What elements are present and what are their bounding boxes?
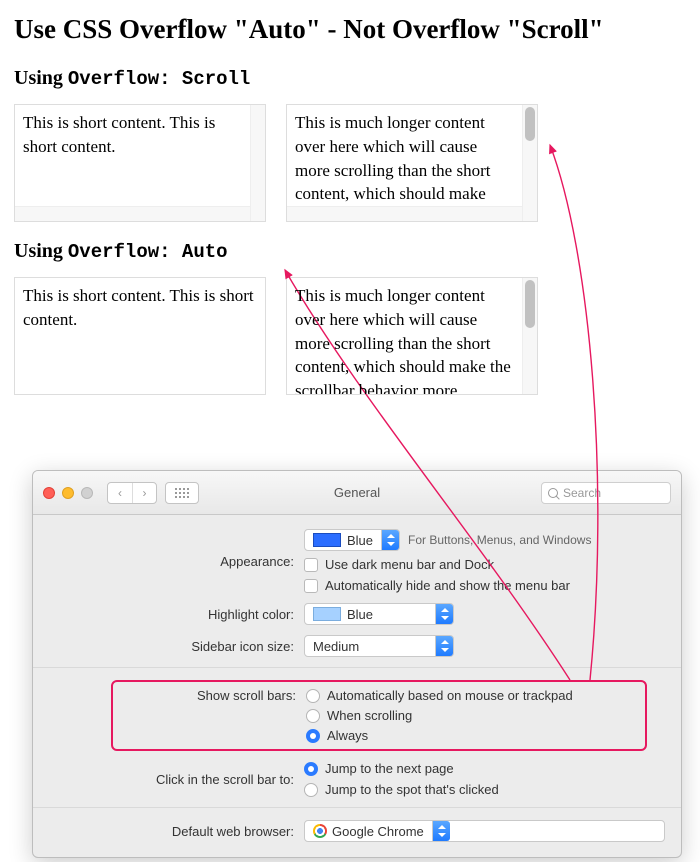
popup-arrow-icon bbox=[435, 636, 453, 656]
radio-icon[interactable] bbox=[304, 783, 318, 797]
search-placeholder: Search bbox=[563, 486, 601, 500]
radio-label: When scrolling bbox=[327, 708, 412, 723]
scrollbar-track-horizontal[interactable] bbox=[15, 206, 250, 221]
grid-icon bbox=[175, 488, 189, 498]
search-input[interactable]: Search bbox=[541, 482, 671, 504]
demo-content: This is short content. This is short con… bbox=[23, 111, 257, 173]
radio-label: Jump to the next page bbox=[325, 761, 454, 776]
row-click-scroll: Click in the scroll bar to: Jump to the … bbox=[49, 761, 665, 797]
demo-box-auto-left: This is short content. This is short con… bbox=[14, 277, 266, 395]
popup-arrow-icon bbox=[435, 604, 453, 624]
radio-icon[interactable] bbox=[304, 762, 318, 776]
prefs-body: Appearance: Blue For Buttons, Menus, and… bbox=[33, 515, 681, 842]
sidebar-size-popup[interactable]: Medium bbox=[304, 635, 454, 657]
appearance-popup[interactable]: Blue bbox=[304, 529, 400, 551]
radio-icon[interactable] bbox=[306, 709, 320, 723]
demo-box-auto-right: This is much longer content over here wh… bbox=[286, 277, 538, 395]
default-browser-value: Google Chrome bbox=[332, 824, 424, 839]
radio-scrollbars-always[interactable]: Always bbox=[306, 728, 573, 743]
search-icon bbox=[548, 488, 558, 498]
label-scrollbars: Show scroll bars: bbox=[121, 688, 296, 743]
highlight-value: Blue bbox=[347, 607, 373, 622]
radio-icon[interactable] bbox=[306, 729, 320, 743]
demo-content: This is much longer content over here wh… bbox=[295, 111, 529, 220]
close-icon[interactable] bbox=[43, 487, 55, 499]
color-swatch-blue-icon bbox=[313, 533, 341, 547]
radio-label: Automatically based on mouse or trackpad bbox=[327, 688, 573, 703]
popup-arrow-icon bbox=[381, 530, 399, 550]
back-icon[interactable]: ‹ bbox=[108, 483, 132, 503]
label-appearance: Appearance: bbox=[49, 554, 294, 569]
radio-click-next-page[interactable]: Jump to the next page bbox=[304, 761, 665, 776]
divider bbox=[33, 667, 681, 668]
demo-content: This is much longer content over here wh… bbox=[295, 284, 529, 395]
demo-row-auto: This is short content. This is short con… bbox=[14, 277, 686, 395]
checkbox-label: Use dark menu bar and Dock bbox=[325, 557, 494, 572]
appearance-hint: For Buttons, Menus, and Windows bbox=[408, 533, 591, 547]
back-forward-buttons[interactable]: ‹ › bbox=[107, 482, 157, 504]
heading-code: Overflow: Scroll bbox=[68, 68, 250, 90]
forward-icon[interactable]: › bbox=[132, 483, 156, 503]
checkbox-icon[interactable] bbox=[304, 579, 318, 593]
window-traffic-lights bbox=[43, 487, 93, 499]
chrome-icon bbox=[313, 824, 327, 838]
prefs-toolbar: ‹ › General Search bbox=[33, 471, 681, 515]
heading-code: Overflow: Auto bbox=[68, 241, 228, 263]
label-sidebar-size: Sidebar icon size: bbox=[49, 639, 294, 654]
demo-box-scroll-left: This is short content. This is short con… bbox=[14, 104, 266, 222]
label-click-scroll: Click in the scroll bar to: bbox=[49, 772, 294, 787]
show-all-button[interactable] bbox=[165, 482, 199, 504]
row-appearance: Appearance: Blue For Buttons, Menus, and… bbox=[49, 529, 665, 593]
default-browser-popup[interactable]: Google Chrome bbox=[304, 820, 665, 842]
section-heading-auto: Using Overflow: Auto bbox=[14, 240, 686, 263]
radio-click-spot[interactable]: Jump to the spot that's clicked bbox=[304, 782, 665, 797]
highlight-popup[interactable]: Blue bbox=[304, 603, 454, 625]
highlight-annotation-box: Show scroll bars: Automatically based on… bbox=[111, 680, 647, 751]
radio-icon[interactable] bbox=[306, 689, 320, 703]
divider bbox=[33, 807, 681, 808]
macos-general-prefs-window: ‹ › General Search Appearance: Blue For bbox=[32, 470, 682, 858]
minimize-icon[interactable] bbox=[62, 487, 74, 499]
demo-content: This is short content. This is short con… bbox=[23, 284, 257, 332]
section-heading-scroll: Using Overflow: Scroll bbox=[14, 67, 686, 90]
appearance-value: Blue bbox=[347, 533, 373, 548]
checkbox-label: Automatically hide and show the menu bar bbox=[325, 578, 570, 593]
row-sidebar-size: Sidebar icon size: Medium bbox=[49, 635, 665, 657]
label-highlight: Highlight color: bbox=[49, 607, 294, 622]
color-swatch-lightblue-icon bbox=[313, 607, 341, 621]
row-default-browser: Default web browser: Google Chrome bbox=[49, 820, 665, 842]
radio-scrollbars-automatic[interactable]: Automatically based on mouse or trackpad bbox=[306, 688, 573, 703]
checkbox-dark-menu[interactable]: Use dark menu bar and Dock bbox=[304, 557, 665, 572]
checkbox-autohide-menu[interactable]: Automatically hide and show the menu bar bbox=[304, 578, 665, 593]
demo-row-scroll: This is short content. This is short con… bbox=[14, 104, 686, 222]
heading-prefix: Using bbox=[14, 240, 68, 262]
popup-arrow-icon bbox=[432, 821, 450, 841]
radio-label: Always bbox=[327, 728, 368, 743]
checkbox-icon[interactable] bbox=[304, 558, 318, 572]
row-highlight: Highlight color: Blue bbox=[49, 603, 665, 625]
label-default-browser: Default web browser: bbox=[49, 824, 294, 839]
radio-label: Jump to the spot that's clicked bbox=[325, 782, 499, 797]
radio-scrollbars-when-scrolling[interactable]: When scrolling bbox=[306, 708, 573, 723]
demo-box-scroll-right: This is much longer content over here wh… bbox=[286, 104, 538, 222]
heading-prefix: Using bbox=[14, 67, 68, 89]
page-title: Use CSS Overflow "Auto" - Not Overflow "… bbox=[14, 14, 686, 45]
maximize-icon[interactable] bbox=[81, 487, 93, 499]
sidebar-size-value: Medium bbox=[313, 639, 359, 654]
